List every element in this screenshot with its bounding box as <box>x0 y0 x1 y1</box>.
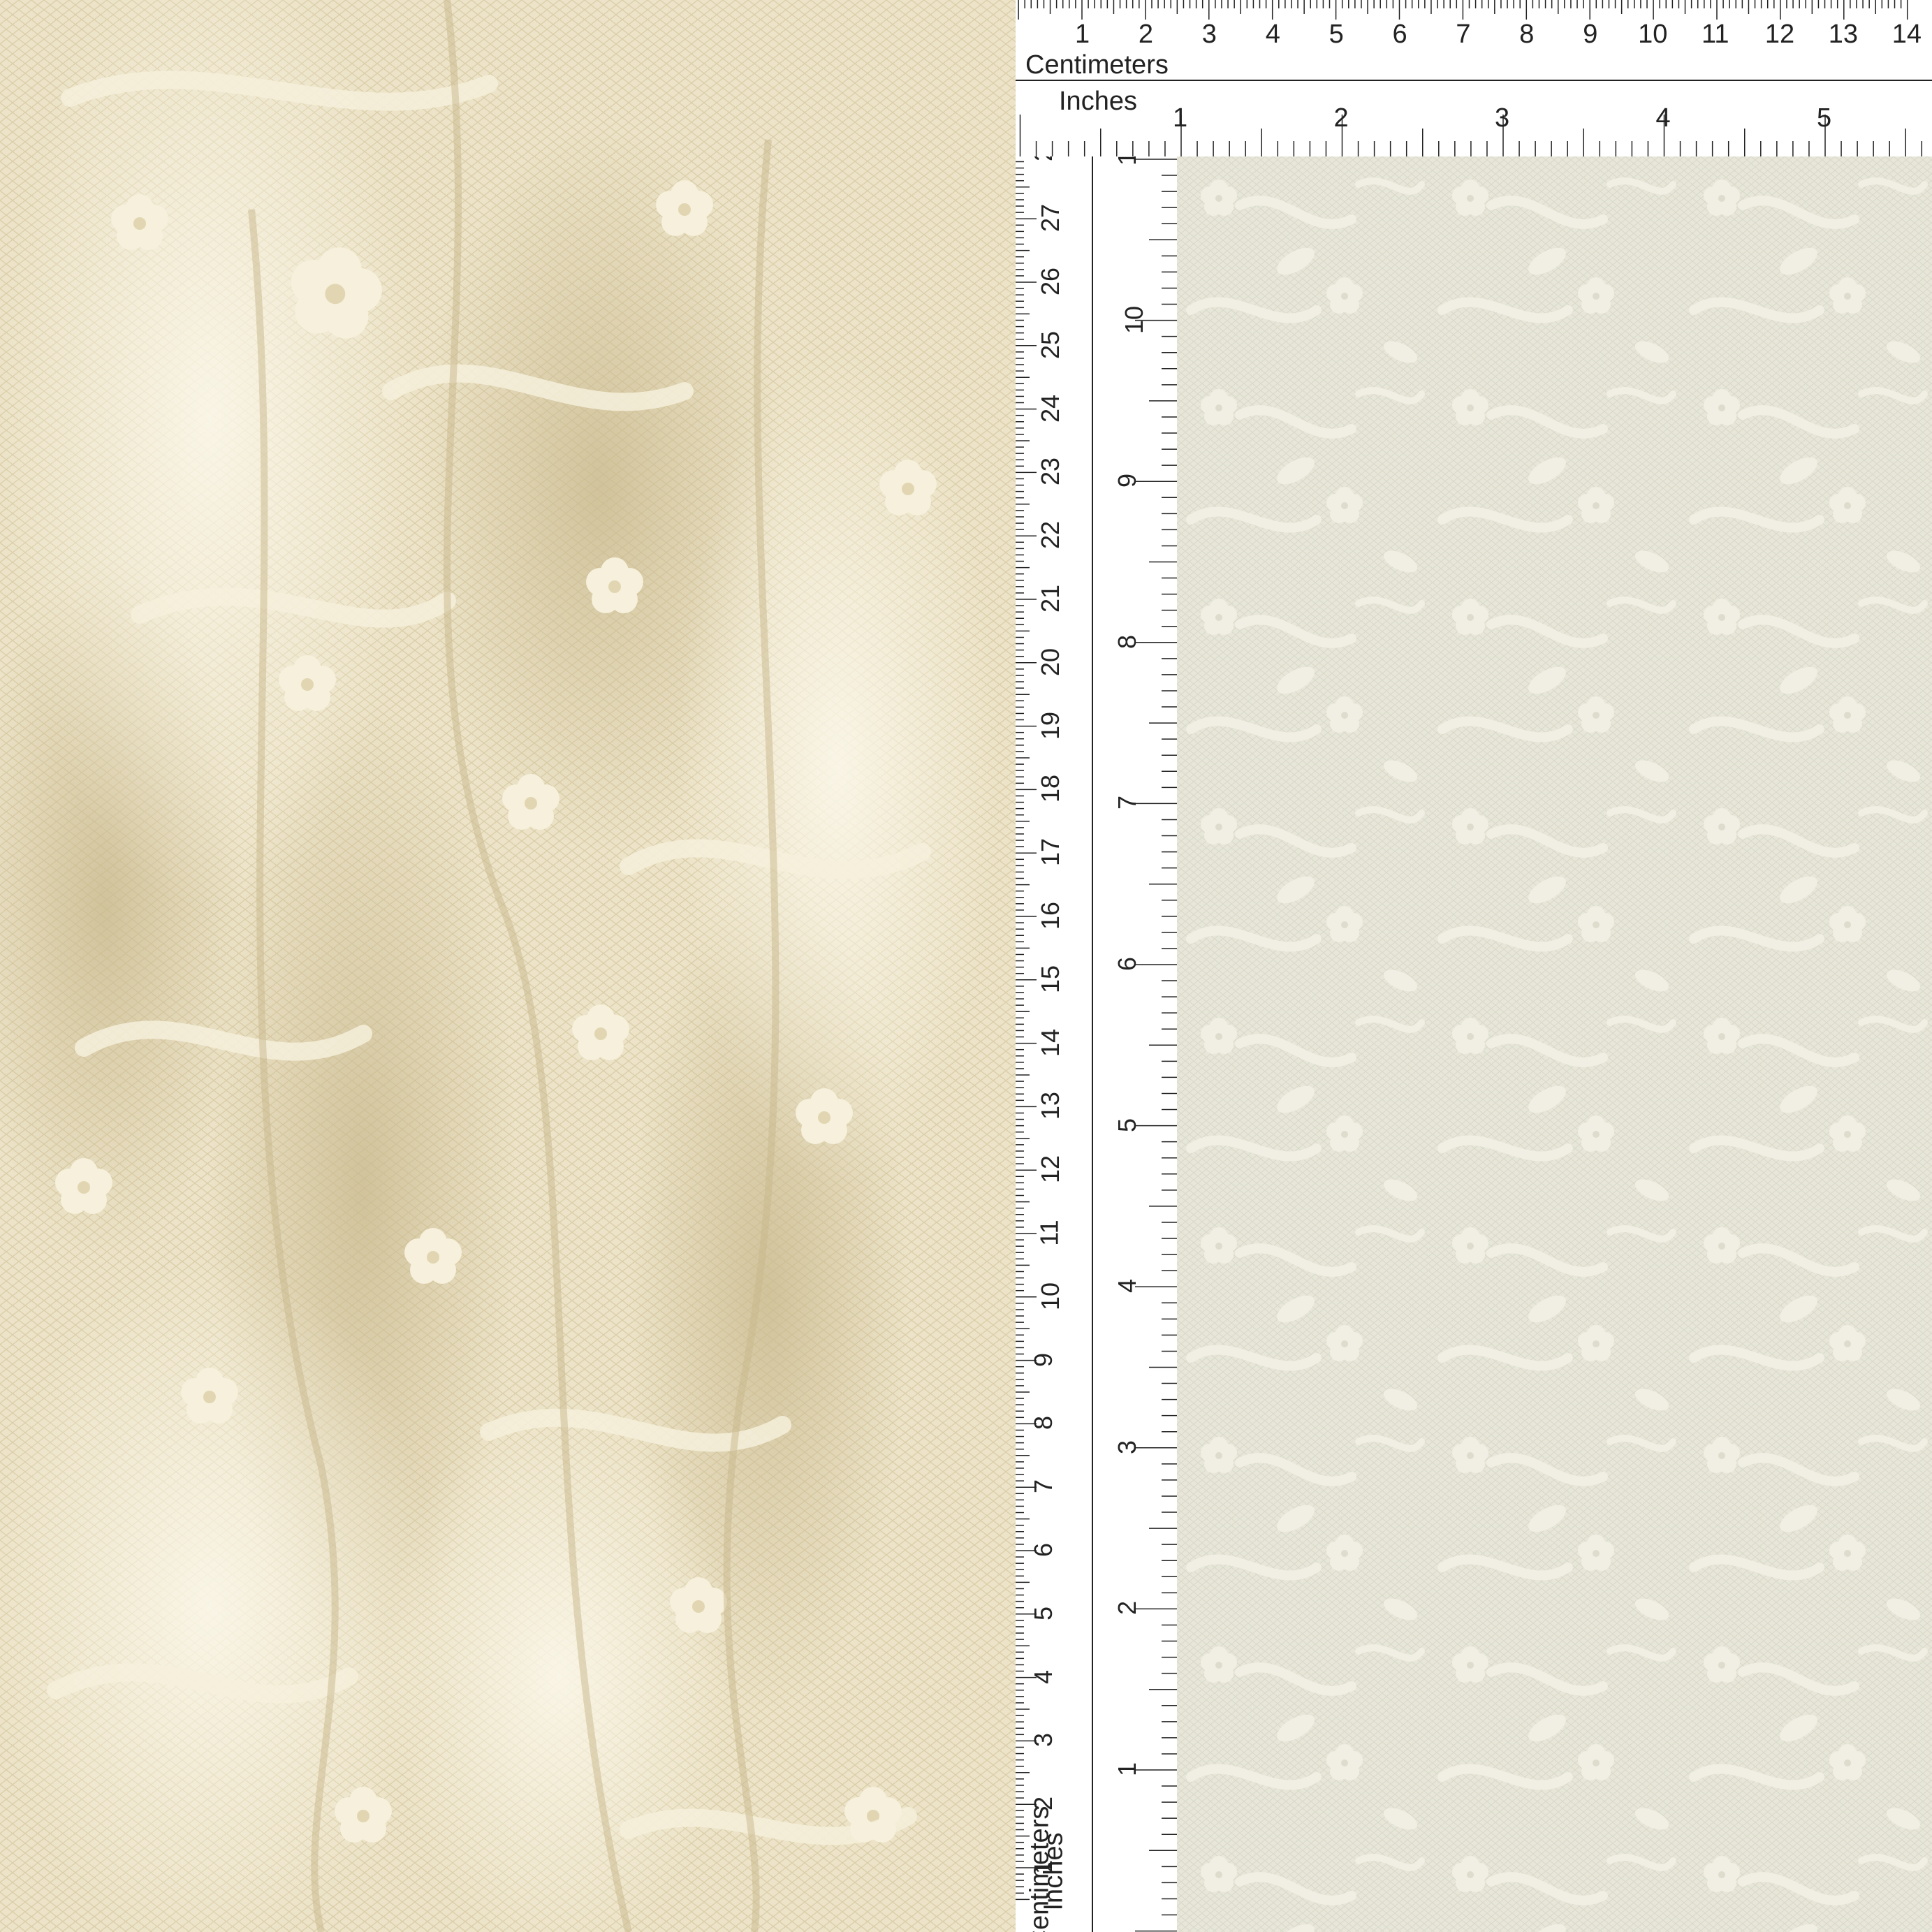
left-inch-number: 1 <box>1113 1762 1142 1777</box>
left-cm-number: 4 <box>1029 1669 1058 1684</box>
top-inch-number: 5 <box>1817 103 1832 133</box>
draped-lace-photo <box>0 0 1016 1932</box>
left-cm-number: 7 <box>1029 1479 1058 1494</box>
left-cm-number: 22 <box>1036 521 1065 550</box>
left-cm-number: 11 <box>1034 1220 1064 1246</box>
left-cm-number: 20 <box>1036 647 1065 676</box>
top-cm-number: 1 <box>1075 20 1090 49</box>
left-inch-number: 10 <box>1120 305 1149 334</box>
top-ruler: Centimeters Inches 1 2 3 4 5 6 7 8 9 10 11 12 13 14 1… <box>1016 0 1932 156</box>
left-cm-number: 23 <box>1036 458 1065 486</box>
left-inch-number: 3 <box>1113 1440 1142 1454</box>
draped-lace-image <box>0 0 1016 1932</box>
left-inch-number: 5 <box>1113 1118 1142 1132</box>
left-cm-number: 2 <box>1029 1796 1058 1811</box>
top-inch-number: 2 <box>1333 103 1349 133</box>
left-cm-number: 19 <box>1036 711 1065 740</box>
left-cm-number: 17 <box>1036 838 1065 867</box>
left-cm-number: 24 <box>1036 394 1065 423</box>
left-cm-number: 8 <box>1029 1416 1058 1430</box>
top-cm-number: 10 <box>1638 20 1668 49</box>
left-inch-number: 2 <box>1113 1601 1142 1616</box>
top-cm-number: 6 <box>1392 20 1407 49</box>
left-inch-number: 8 <box>1113 634 1142 649</box>
left-inch-number: 6 <box>1113 956 1142 972</box>
top-ruler-cm-label: Centimeters <box>1025 50 1169 80</box>
left-cm-number: 6 <box>1029 1542 1058 1558</box>
left-cm-number: 2 <box>1029 156 1058 161</box>
top-cm-number: 11 <box>1702 20 1729 49</box>
left-inch-number: 7 <box>1113 796 1142 810</box>
left-inch-number: 1 <box>1113 156 1142 166</box>
left-cm-number: 15 <box>1036 965 1065 993</box>
left-inch-number: 9 <box>1113 474 1142 488</box>
top-cm-number: 4 <box>1265 20 1280 49</box>
left-cm-number: 27 <box>1036 204 1065 233</box>
top-cm-number: 3 <box>1201 20 1217 49</box>
top-cm-number: 8 <box>1519 20 1535 49</box>
left-cm-number: 1 <box>1029 1859 1058 1875</box>
left-cm-number: 13 <box>1036 1092 1065 1120</box>
left-cm-number: 14 <box>1036 1028 1065 1057</box>
top-cm-number: 7 <box>1456 20 1471 49</box>
top-cm-number: 5 <box>1329 20 1344 49</box>
left-cm-number: 26 <box>1036 267 1065 296</box>
left-cm-number: 9 <box>1029 1352 1058 1367</box>
top-cm-number: 12 <box>1764 20 1795 49</box>
left-cm-number: 21 <box>1036 584 1065 613</box>
left-cm-number: 18 <box>1036 775 1065 803</box>
top-inch-number: 4 <box>1655 103 1671 133</box>
flat-lace-image <box>1177 156 1932 1932</box>
left-cm-number: 16 <box>1036 901 1065 930</box>
flat-lace-swatch <box>1177 156 1932 1932</box>
left-cm-number: 25 <box>1036 330 1065 359</box>
top-cm-number: 2 <box>1138 20 1154 49</box>
left-cm-number: 5 <box>1029 1606 1058 1620</box>
left-cm-number: 3 <box>1029 1733 1058 1748</box>
top-inch-number: 3 <box>1495 103 1510 133</box>
left-ruler: Centimeters Inches 1 2 3 4 5 6 7 8 9 10 11 12 13 14 15… <box>1016 156 1177 1932</box>
top-cm-number: 13 <box>1828 20 1859 49</box>
left-cm-number: 12 <box>1036 1155 1065 1184</box>
left-cm-number: 10 <box>1036 1282 1065 1310</box>
top-cm-number: 14 <box>1891 20 1922 49</box>
left-inch-number: 4 <box>1113 1279 1142 1294</box>
top-inch-number: 1 <box>1173 103 1188 133</box>
top-cm-number: 9 <box>1583 20 1598 49</box>
top-ruler-inch-label: Inches <box>1059 87 1137 116</box>
